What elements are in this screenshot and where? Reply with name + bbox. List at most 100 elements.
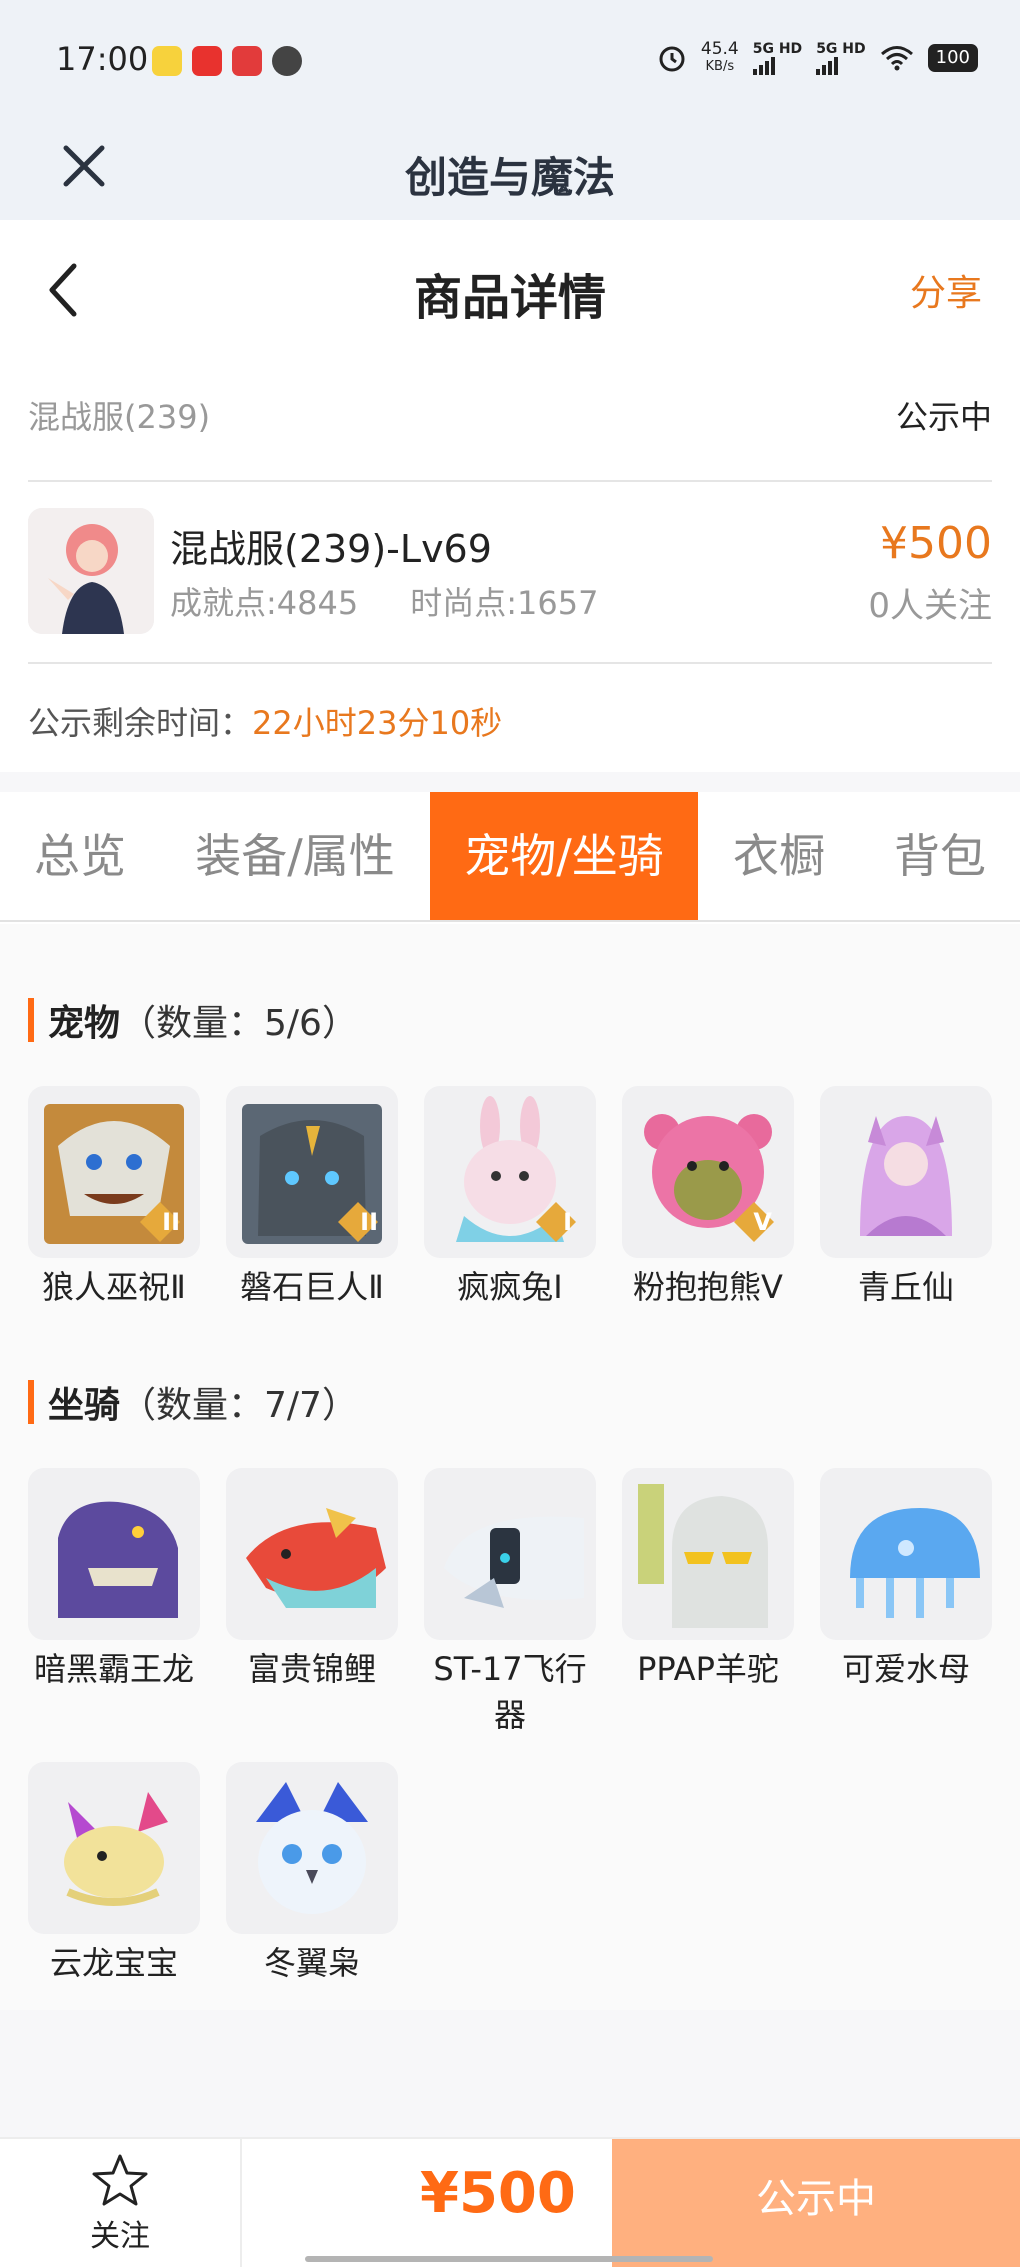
section-accent-bar	[28, 1380, 34, 1424]
pet-name: 磐石巨人Ⅱ	[240, 1268, 384, 1306]
follower-count: 0人关注	[868, 586, 992, 626]
mount-name: PPAP羊驼	[637, 1650, 779, 1688]
mount-item[interactable]: 冬翼枭	[226, 1762, 398, 1986]
mount-name: 冬翼枭	[263, 1944, 360, 1982]
app-header: 创造与魔法	[0, 120, 1020, 220]
follow-button[interactable]: 关注	[0, 2139, 242, 2267]
mount-item[interactable]: 暗黑霸王龙	[28, 1468, 200, 1692]
mount-name: ST-17飞行器	[433, 1650, 587, 1734]
pet-item[interactable]: II 狼人巫祝Ⅱ	[28, 1086, 200, 1310]
tab-wardrobe[interactable]: 衣橱	[712, 792, 846, 920]
pet-thumbnail: I	[424, 1086, 596, 1258]
mount-item[interactable]: 富贵锦鲤	[226, 1468, 398, 1692]
remaining-time-value: 22小时23分10秒	[252, 704, 503, 742]
app-notification-icon	[232, 46, 262, 76]
tab-pets-mounts[interactable]: 宠物/坐骑	[430, 792, 698, 920]
signal-bars-icon	[816, 57, 865, 75]
signal-1: 5G HD	[752, 41, 803, 75]
mount-thumbnail	[226, 1762, 398, 1934]
mount-thumbnail	[820, 1468, 992, 1640]
pet-item[interactable]: I 疯疯兔I	[424, 1086, 596, 1310]
pets-title: 宠物	[48, 1003, 121, 1044]
mount-thumbnail	[28, 1762, 200, 1934]
divider	[28, 662, 992, 664]
mount-thumbnail	[28, 1468, 200, 1640]
fox-fairy-pet-icon	[860, 1116, 952, 1236]
mount-thumbnail	[226, 1468, 398, 1640]
speed-unit: KB/s	[705, 59, 735, 74]
status-right: 45.4 KB/s 5G HD 5G HD 100	[657, 40, 978, 76]
remaining-time-label: 公示剩余时间：	[28, 704, 253, 742]
speed-value: 45.4	[700, 39, 739, 59]
network-speed: 45.4 KB/s	[701, 40, 739, 76]
pets-count: （数量：5/6）	[120, 1003, 358, 1044]
pets-section-title: 宠物 （数量：5/6）	[28, 994, 358, 1046]
mount-item[interactable]: 可爱水母	[820, 1468, 992, 1692]
character-avatar	[28, 508, 154, 634]
pet-level-badge: II	[162, 1208, 180, 1236]
pet-name: 疯疯兔I	[457, 1268, 563, 1306]
network-type-label: 5G HD	[752, 41, 803, 57]
tab-overview[interactable]: 总览	[0, 792, 160, 920]
pet-name: 粉抱抱熊Ⅴ	[633, 1268, 783, 1306]
pet-name: 狼人巫祝Ⅱ	[42, 1268, 186, 1306]
signal-bars-icon	[752, 57, 802, 75]
cloud-icon	[272, 46, 302, 76]
tab-backpack[interactable]: 背包	[870, 792, 1010, 920]
bottom-price: ¥500	[420, 2161, 576, 2226]
bottom-action-bar: 关注 ¥500 公示中	[0, 2137, 1020, 2267]
section-gap	[0, 772, 1020, 792]
page-title: 商品详情	[413, 270, 606, 326]
winter-owl-mount-icon	[256, 1782, 368, 1914]
mount-item[interactable]: ST-17飞行器	[424, 1468, 596, 1738]
pet-item[interactable]: V 粉抱抱熊Ⅴ	[622, 1086, 794, 1310]
achievement-points: 成就点:4845	[170, 584, 359, 622]
product-detail-page: 商品详情 分享 混战服(239) 公示中 混战服(239)-Lv69 成就点:4…	[0, 220, 1020, 2010]
mount-name: 云龙宝宝	[49, 1944, 178, 1982]
product-name: 混战服(239)-Lv69	[170, 527, 492, 571]
mount-item[interactable]: 云龙宝宝	[28, 1762, 200, 1986]
nav-bar: 商品详情 分享	[0, 220, 1020, 350]
pet-level-badge: II	[360, 1208, 378, 1236]
mount-name: 暗黑霸王龙	[33, 1650, 194, 1688]
divider	[28, 480, 992, 482]
pet-thumbnail: II	[28, 1086, 200, 1258]
publicity-status-button[interactable]: 公示中	[612, 2139, 1020, 2267]
status-time: 17:00	[56, 40, 149, 78]
mount-thumbnail	[424, 1468, 596, 1640]
pet-name: 青丘仙	[857, 1268, 954, 1306]
network-type-label: 5G HD	[816, 41, 866, 57]
remaining-time: 公示剩余时间：22小时23分10秒	[28, 698, 502, 744]
mount-name: 可爱水母	[841, 1650, 970, 1688]
wifi-icon	[880, 46, 913, 71]
product-summary: 混战服(239)-Lv69 成就点:4845 时尚点:1657 ¥500 0人关注	[28, 508, 992, 638]
section-accent-bar	[28, 998, 34, 1042]
pet-thumbnail: II	[226, 1086, 398, 1258]
mounts-count: （数量：7/7）	[120, 1385, 358, 1426]
pets-mounts-content: 宠物 （数量：5/6） II 狼人巫祝Ⅱ II 磐石巨人Ⅱ I 疯疯兔I V 粉…	[0, 924, 1020, 2010]
home-indicator[interactable]	[305, 2256, 713, 2262]
aircraft-mount-icon	[444, 1516, 584, 1608]
pet-level-badge: V	[753, 1208, 772, 1236]
fashion-points: 时尚点:1657	[410, 584, 599, 622]
mounts-section-title: 坐骑 （数量：7/7）	[28, 1376, 358, 1428]
server-name: 混战服(239)	[28, 398, 211, 436]
mounts-title: 坐骑	[48, 1385, 121, 1426]
signal-2: 5G HD	[816, 41, 866, 75]
mount-thumbnail	[622, 1468, 794, 1640]
koi-mount-icon	[246, 1508, 386, 1608]
detail-tabs: 总览 装备/属性 宠物/坐骑 衣橱 背包	[0, 792, 1020, 922]
status-bar: 17:00 45.4 KB/s 5G HD 5G HD 100	[0, 0, 1020, 120]
mount-item[interactable]: PPAP羊驼	[622, 1468, 794, 1692]
pet-item[interactable]: 青丘仙	[820, 1086, 992, 1310]
alarm-icon	[659, 46, 685, 72]
pet-thumbnail	[820, 1086, 992, 1258]
dark-tyrannosaurus-mount-icon	[58, 1501, 178, 1618]
battery-indicator: 100	[927, 44, 978, 72]
character-portrait-icon	[28, 508, 154, 634]
pet-level-badge: I	[563, 1208, 572, 1236]
pet-item[interactable]: II 磐石巨人Ⅱ	[226, 1086, 398, 1310]
share-button[interactable]: 分享	[910, 264, 982, 316]
tab-equipment[interactable]: 装备/属性	[180, 792, 410, 920]
publicity-status: 公示中	[895, 398, 992, 436]
